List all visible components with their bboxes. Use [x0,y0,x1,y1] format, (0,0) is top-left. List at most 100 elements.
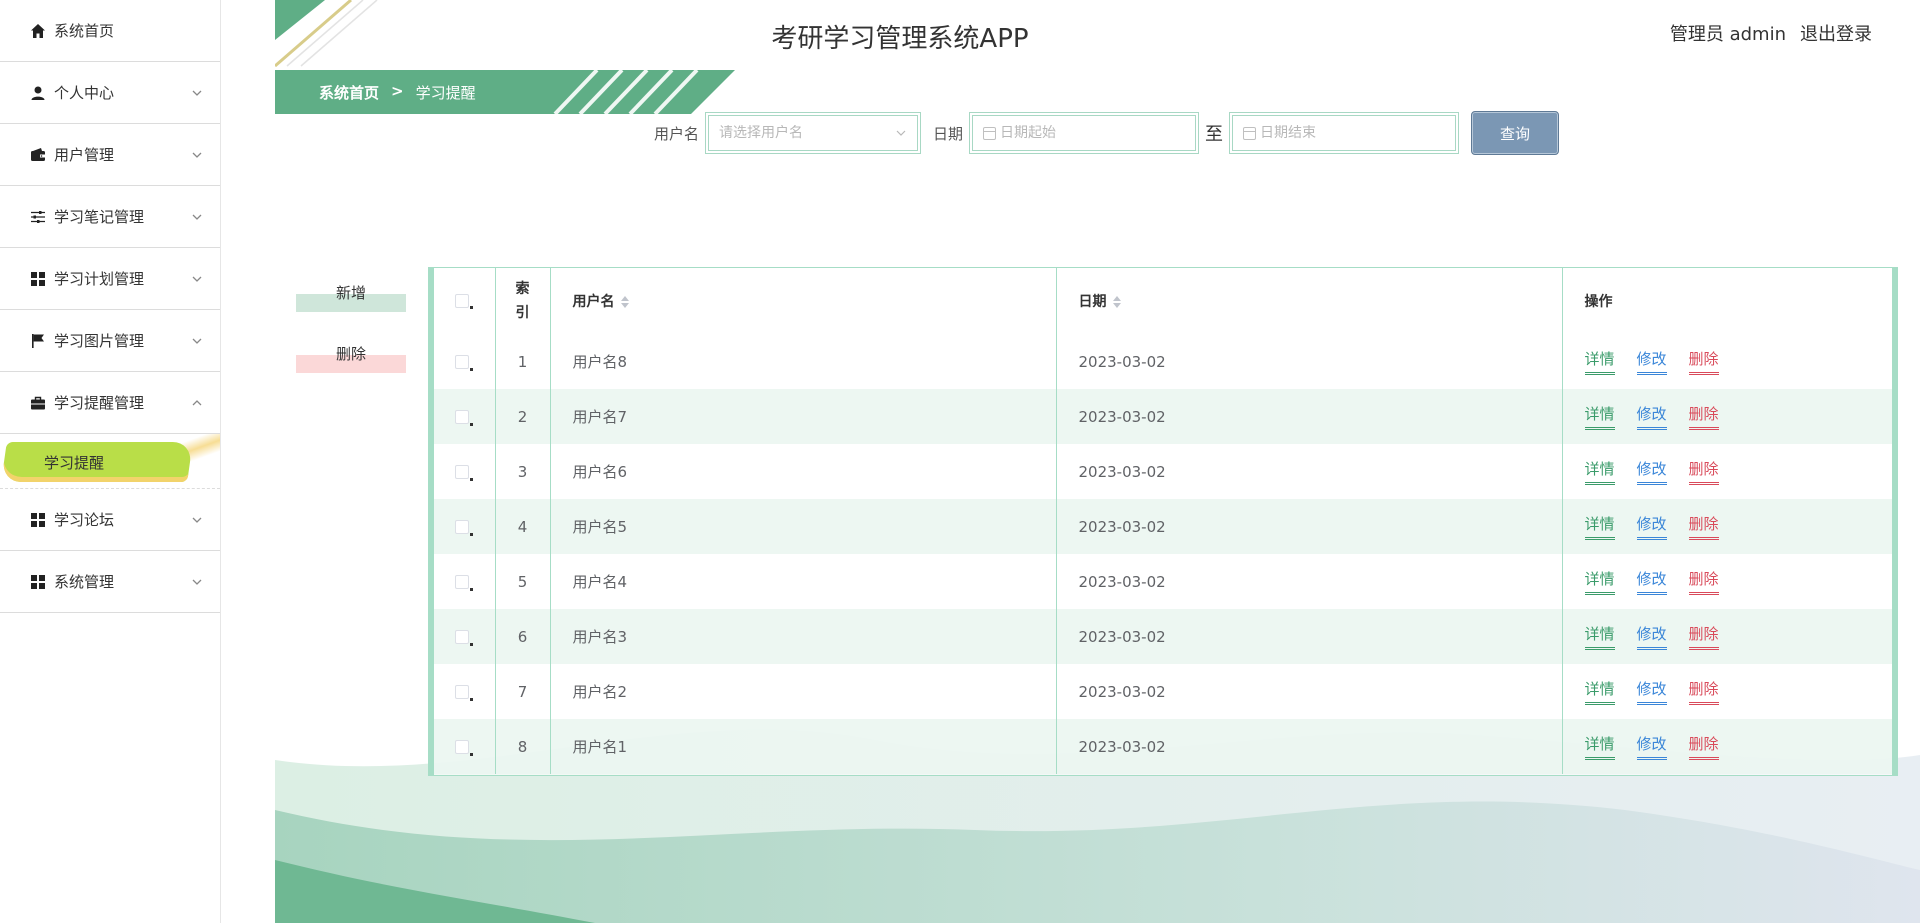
detail-button[interactable]: 详情 [1584,678,1615,705]
row-delete-button[interactable]: 删除 [1688,733,1719,760]
add-button[interactable]: 新增 [296,278,406,314]
chevron-down-icon [896,130,906,136]
chevron-up-icon [192,400,202,406]
sidebar-item-forum[interactable]: 学习论坛 [0,489,220,551]
row-index: 7 [495,664,551,719]
sidebar-item-reminder-management[interactable]: 学习提醒管理 [0,372,220,434]
query-button[interactable]: 查询 [1471,111,1560,155]
sort-icon[interactable] [1112,295,1121,308]
sidebar: 系统首页 个人中心 用户管理 学习笔记管理 学习计划管理 学习图片管理 学习提醒… [0,0,221,923]
row-index: 2 [495,389,551,444]
sidebar-subitem-reminder[interactable]: 学习提醒 [0,434,220,489]
row-select-cell[interactable] [434,609,496,664]
sidebar-item-label: 系统首页 [54,22,115,40]
row-select-cell[interactable] [434,664,496,719]
edit-button[interactable]: 修改 [1636,513,1667,540]
row-index: 6 [495,609,551,664]
sidebar-item-notes-management[interactable]: 学习笔记管理 [0,186,220,248]
row-delete-button[interactable]: 删除 [1688,513,1719,540]
date-start-picker[interactable] [969,112,1200,154]
sidebar-item-home[interactable]: 系统首页 [0,0,220,62]
date-end-input[interactable] [1260,125,1446,141]
detail-button[interactable]: 详情 [1584,733,1615,760]
row-checkbox[interactable] [455,520,470,534]
row-checkbox[interactable] [455,355,470,370]
row-select-cell[interactable] [434,554,496,609]
delete-button[interactable]: 删除 [296,339,406,375]
logout-link[interactable]: 退出登录 [1800,20,1872,46]
sort-icon[interactable] [620,295,629,308]
sidebar-item-personal-center[interactable]: 个人中心 [0,62,220,124]
row-delete-button[interactable]: 删除 [1688,403,1719,430]
row-delete-button[interactable]: 删除 [1688,568,1719,595]
table-row: 5 用户名4 2023-03-02 详情 修改 删除 [434,554,1892,609]
breadcrumb-home[interactable]: 系统首页 [319,82,379,103]
chevron-down-icon [192,152,202,158]
row-index: 8 [495,719,551,774]
header-ops: 操作 [1584,293,1613,310]
row-delete-button[interactable]: 删除 [1688,678,1719,705]
row-delete-button[interactable]: 删除 [1688,623,1719,650]
row-select-cell[interactable] [434,389,496,444]
row-checkbox[interactable] [455,740,470,754]
row-ops: 详情 修改 删除 [1562,609,1892,664]
detail-button[interactable]: 详情 [1584,513,1615,540]
row-date: 2023-03-02 [1056,444,1563,499]
edit-button[interactable]: 修改 [1636,733,1667,760]
row-checkbox[interactable] [455,575,470,589]
sidebar-item-plan-management[interactable]: 学习计划管理 [0,248,220,310]
username-select[interactable] [705,112,922,154]
edit-button[interactable]: 修改 [1636,348,1667,376]
row-date: 2023-03-02 [1056,609,1563,664]
flag-icon [30,333,46,349]
sidebar-item-image-management[interactable]: 学习图片管理 [0,310,220,372]
row-date: 2023-03-02 [1056,334,1563,389]
grid-icon [30,574,46,590]
row-username: 用户名4 [550,554,1057,609]
edit-button[interactable]: 修改 [1636,458,1667,485]
header-index: 索引 [495,268,551,334]
row-date: 2023-03-02 [1056,664,1563,719]
sidebar-item-system-management[interactable]: 系统管理 [0,551,220,613]
detail-button[interactable]: 详情 [1584,403,1615,430]
row-ops: 详情 修改 删除 [1562,334,1892,389]
header-select-all[interactable] [434,268,496,334]
header-date[interactable]: 日期 [1056,268,1563,334]
sidebar-item-label: 学习计划管理 [54,270,145,288]
row-checkbox[interactable] [455,410,470,424]
detail-button[interactable]: 详情 [1584,623,1615,650]
row-select-cell[interactable] [434,719,496,774]
row-select-cell[interactable] [434,444,496,499]
detail-button[interactable]: 详情 [1584,568,1615,595]
detail-button[interactable]: 详情 [1584,458,1615,485]
edit-button[interactable]: 修改 [1636,568,1667,595]
sidebar-item-user-management[interactable]: 用户管理 [0,124,220,186]
row-delete-button[interactable]: 删除 [1688,348,1719,376]
row-select-cell[interactable] [434,334,496,389]
row-delete-button[interactable]: 删除 [1688,458,1719,485]
username-select-input[interactable] [719,125,896,141]
edit-button[interactable]: 修改 [1636,623,1667,650]
grid-icon [30,271,46,287]
row-checkbox[interactable] [455,685,470,699]
row-date: 2023-03-02 [1056,499,1563,554]
edit-button[interactable]: 修改 [1636,403,1667,430]
table-row: 8 用户名1 2023-03-02 详情 修改 删除 [434,719,1892,774]
date-end-picker[interactable] [1229,112,1460,154]
row-date: 2023-03-02 [1056,719,1563,774]
sidebar-item-label: 学习论坛 [54,511,115,529]
header-username[interactable]: 用户名 [550,268,1057,334]
briefcase-icon [30,395,46,411]
chevron-down-icon [192,579,202,585]
row-checkbox[interactable] [455,630,470,644]
chevron-down-icon [192,214,202,220]
row-checkbox[interactable] [455,465,470,479]
user-area: 管理员 admin 退出登录 [1670,20,1872,46]
date-start-input[interactable] [1000,125,1186,141]
edit-button[interactable]: 修改 [1636,678,1667,705]
calendar-icon [983,126,997,140]
row-username: 用户名8 [550,334,1057,389]
row-select-cell[interactable] [434,499,496,554]
detail-button[interactable]: 详情 [1584,348,1615,376]
select-all-checkbox[interactable] [455,293,470,308]
